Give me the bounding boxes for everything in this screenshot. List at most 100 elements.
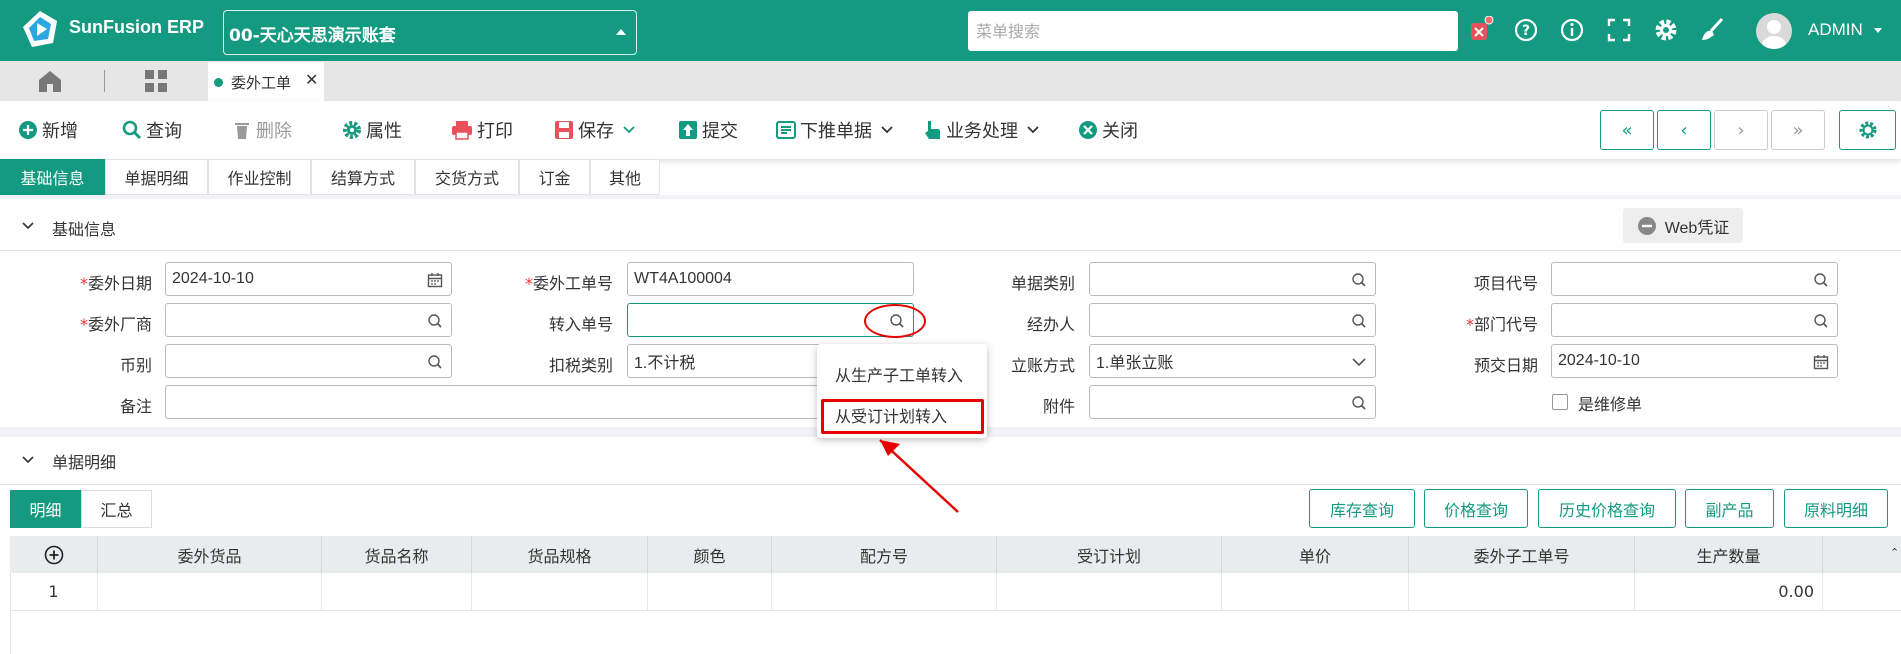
close-tab-icon[interactable]: ✕ [305, 71, 318, 89]
submit-button[interactable]: 提交 [678, 118, 738, 142]
document-list-icon [776, 121, 796, 139]
subtab-delivery[interactable]: 交货方式 [415, 159, 519, 195]
menu-search-input[interactable] [968, 11, 1458, 51]
delete-button[interactable]: 删除 [232, 118, 292, 142]
column-header[interactable]: 单价 [1222, 536, 1409, 573]
column-header[interactable]: 生产数量 [1635, 536, 1823, 573]
material-detail-button[interactable]: 原料明细 [1784, 489, 1888, 528]
calendar-icon[interactable] [1813, 354, 1829, 370]
chevron-down-icon[interactable] [22, 220, 34, 232]
caret-down-icon[interactable] [1874, 28, 1882, 33]
column-header[interactable]: 配方号 [772, 536, 997, 573]
chevron-down-icon[interactable] [22, 454, 34, 466]
new-button[interactable]: 新增 [18, 118, 78, 142]
project-code-field[interactable] [1551, 262, 1838, 296]
chevron-down-icon[interactable] [1351, 354, 1367, 370]
save-button[interactable]: 保存 [554, 118, 636, 142]
search-icon[interactable] [1351, 395, 1367, 411]
search-icon[interactable] [1813, 272, 1829, 288]
vendor-field[interactable] [165, 303, 452, 337]
byproduct-button[interactable]: 副产品 [1685, 489, 1774, 528]
attachment-field[interactable] [1089, 385, 1376, 419]
tax-type-value: 1.不计税 [634, 355, 696, 372]
next-record-button[interactable]: › [1714, 110, 1768, 150]
brush-icon[interactable] [1698, 16, 1726, 44]
subtab-basic-info[interactable]: 基础信息 [0, 159, 105, 195]
info-icon[interactable] [1558, 16, 1586, 44]
tab-detail[interactable]: 明细 [10, 490, 81, 528]
qty-cell[interactable]: 0.00 [1635, 573, 1823, 611]
user-name[interactable]: ADMIN [1808, 20, 1863, 40]
web-voucher-button[interactable]: Web凭证 [1623, 208, 1743, 243]
section-title: 单据明细 [52, 453, 117, 472]
table-cell[interactable] [472, 573, 648, 611]
table-cell[interactable] [997, 573, 1222, 611]
search-icon[interactable] [427, 354, 443, 370]
price-query-button[interactable]: 价格查询 [1424, 489, 1528, 528]
doc-type-field[interactable] [1089, 262, 1376, 296]
print-button[interactable]: 打印 [451, 118, 513, 142]
notification-icon[interactable] [1466, 16, 1494, 44]
handler-field[interactable] [1089, 303, 1376, 337]
column-header[interactable]: 货品规格 [472, 536, 648, 573]
dashboard-icon[interactable] [143, 68, 169, 94]
search-icon[interactable] [1813, 313, 1829, 329]
gear-icon[interactable] [1652, 16, 1680, 44]
outsource-date-field[interactable]: 2024-10-10 [165, 262, 452, 296]
is-repair-checkbox[interactable] [1552, 394, 1568, 410]
stock-query-button[interactable]: 库存查询 [1309, 489, 1415, 528]
last-record-button[interactable]: » [1771, 110, 1825, 150]
pre-delivery-date-field[interactable]: 2024-10-10 [1551, 344, 1838, 378]
tab-summary[interactable]: 汇总 [81, 490, 152, 528]
push-down-button[interactable]: 下推单据 [776, 118, 894, 142]
search-icon[interactable] [1351, 272, 1367, 288]
account-method-select[interactable]: 1.单张立账 [1089, 344, 1376, 378]
subtab-work-control[interactable]: 作业控制 [208, 159, 311, 195]
column-header[interactable]: 货品名称 [322, 536, 472, 573]
column-header[interactable]: 委外子工单号 [1409, 536, 1635, 573]
subtab-deposit[interactable]: 订金 [519, 159, 590, 195]
first-record-button[interactable]: « [1600, 110, 1654, 150]
calendar-icon[interactable] [427, 272, 443, 288]
search-icon[interactable] [427, 313, 443, 329]
table-cell[interactable] [1409, 573, 1635, 611]
section-title: 基础信息 [52, 220, 117, 239]
menu-item-from-production-suborder[interactable]: 从生产子工单转入 [835, 362, 963, 386]
spacer [0, 195, 1901, 199]
remark-field[interactable] [165, 385, 825, 419]
settings-button[interactable] [1839, 110, 1896, 150]
table-cell[interactable] [772, 573, 997, 611]
subtab-label: 作业控制 [227, 169, 292, 188]
close-button[interactable]: 关闭 [1078, 118, 1138, 142]
fullscreen-icon[interactable] [1605, 16, 1633, 44]
byproduct-label: 副产品 [1705, 500, 1754, 520]
dept-code-field[interactable] [1551, 303, 1838, 337]
subtab-other[interactable]: 其他 [590, 159, 660, 195]
tab-summary-label: 汇总 [100, 501, 133, 520]
subtab-doc-detail[interactable]: 单据明细 [105, 159, 208, 195]
home-icon[interactable] [36, 68, 64, 94]
order-no-field[interactable]: WT4A100004 [627, 262, 914, 296]
app-title: SunFusion ERP [69, 17, 204, 37]
basic-info-section-header[interactable] [0, 203, 1901, 251]
column-header[interactable]: 颜色 [648, 536, 772, 573]
avatar[interactable] [1756, 13, 1792, 49]
account-select-value: 00-天心天思演示账套 [229, 26, 396, 46]
table-cell[interactable] [98, 573, 322, 611]
business-button[interactable]: 业务处理 [922, 118, 1040, 142]
subtab-settlement[interactable]: 结算方式 [311, 159, 415, 195]
history-price-button[interactable]: 历史价格查询 [1538, 489, 1676, 528]
add-row-button[interactable] [10, 536, 98, 573]
search-icon[interactable] [1351, 313, 1367, 329]
properties-button[interactable]: 属性 [342, 118, 402, 142]
table-cell[interactable] [322, 573, 472, 611]
table-cell[interactable] [648, 573, 772, 611]
account-select[interactable]: 00-天心天思演示账套 [223, 10, 637, 55]
query-button[interactable]: 查询 [122, 118, 182, 142]
table-cell[interactable] [1222, 573, 1409, 611]
currency-field[interactable] [165, 344, 452, 378]
column-header[interactable]: 委外货品 [98, 536, 322, 573]
prev-record-button[interactable]: ‹ [1657, 110, 1711, 150]
column-header[interactable]: 受订计划 [997, 536, 1222, 573]
help-icon[interactable]: ? [1512, 16, 1540, 44]
